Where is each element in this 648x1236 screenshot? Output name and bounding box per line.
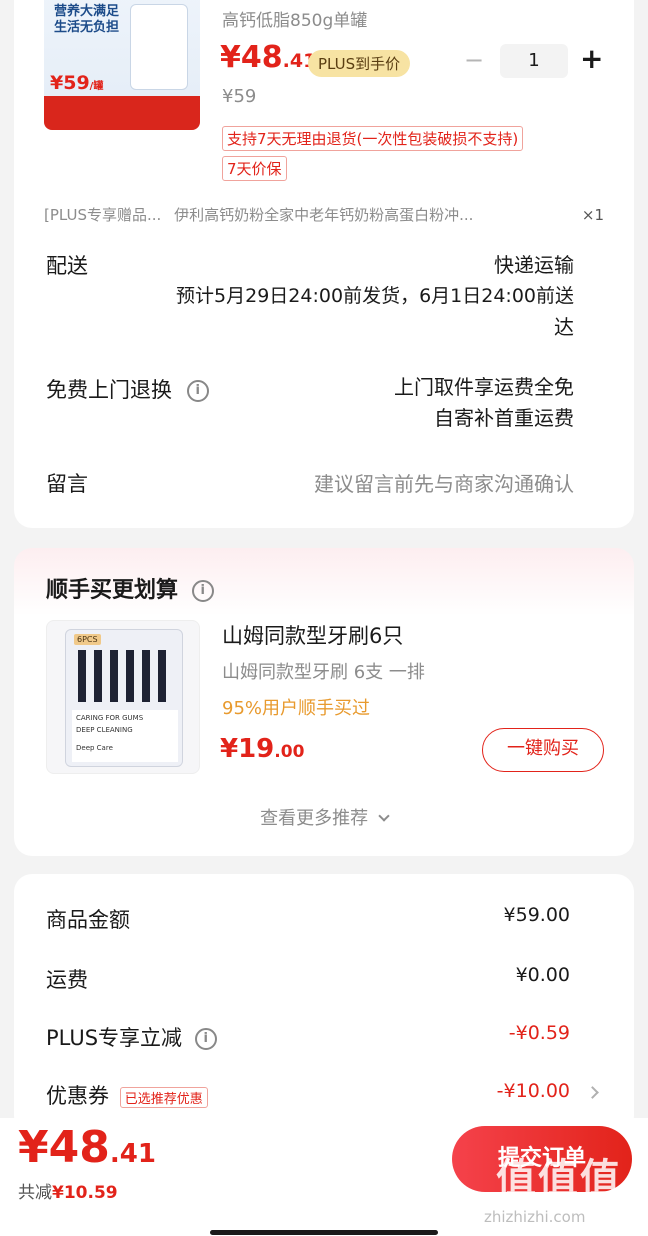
plus-price-badge: PLUS到手价 (308, 50, 411, 77)
toothbrush-pack: 6PCS CARING FOR GUMS DEEP CLEANING Deep … (65, 629, 183, 767)
one-click-buy-button[interactable]: 一键购买 (482, 728, 604, 772)
toothbrush-label-box: CARING FOR GUMS DEEP CLEANING Deep Care (72, 710, 178, 762)
gift-name: 伊利高钙奶粉全家中老年钙奶粉高蛋白粉冲... (174, 206, 474, 224)
summary-value: ¥59.00 (503, 904, 570, 926)
total-price: ¥48.41 (18, 1122, 156, 1173)
see-more-link[interactable]: 查看更多推荐 (14, 804, 634, 830)
message-input[interactable]: 建议留言前先与商家沟通确认 (314, 468, 574, 497)
summary-value: ¥0.00 (515, 964, 570, 986)
summary-label: 商品金额 (46, 908, 130, 932)
chevron-right-icon (586, 1086, 599, 1099)
toothbrush-badge: 6PCS (74, 634, 101, 645)
delivery-method: 快递运输 (494, 253, 574, 277)
summary-label: 运费 (46, 968, 88, 992)
original-price: ¥59 (222, 86, 257, 107)
recommend-item-title[interactable]: 山姆同款型牙刷6只 (222, 620, 403, 650)
info-icon[interactable]: i (191, 580, 214, 602)
coupon-badge: 已选推荐优惠 (119, 1086, 208, 1108)
delivery-info[interactable]: 快递运输 预计5月29日24:00前发货，6月1日24:00前送 达 (176, 250, 574, 343)
toothbrush-image[interactable]: 6PCS CARING FOR GUMS DEEP CLEANING Deep … (46, 620, 200, 774)
message-label: 留言 (46, 472, 88, 496)
product-can-shape (130, 4, 188, 90)
summary-label: PLUS专享立减 i (46, 1022, 217, 1052)
free-return-info: 上门取件享运费全免 自寄补首重运费 (394, 375, 574, 430)
product-subtitle: 高钙低脂850g单罐 (222, 11, 368, 31)
free-return-label: 免费上门退换 i (46, 374, 209, 404)
price-protect-tag: 7天价保 (222, 156, 287, 181)
product-price: ¥48.41 (220, 40, 317, 75)
quantity-plus-button[interactable]: + (580, 42, 603, 75)
product-image[interactable]: 营养大满足 生活无负担 ¥59/罐 (44, 0, 200, 130)
recommend-item-price: ¥19.00 (220, 734, 305, 764)
recommend-item-note: 95%用户顺手买过 (222, 698, 371, 719)
delivery-eta-cont: 达 (554, 315, 574, 339)
return-policy-tag: 支持7天无理由退货(一次性包装破损不支持) (222, 126, 524, 151)
order-card: 营养大满足 生活无负担 ¥59/罐 高钙低脂850g单罐 ¥48.41 PLUS… (14, 0, 634, 528)
summary-value: -¥0.59 (508, 1022, 570, 1044)
saved-amount: 共减¥10.59 (18, 1183, 118, 1203)
chevron-down-icon (378, 810, 390, 822)
watermark-url: zhizhizhi.com (484, 1208, 586, 1226)
quantity-minus-button[interactable]: − (464, 46, 484, 74)
watermark-logo: 值 值 值 (496, 1156, 620, 1202)
delivery-eta: 预计5月29日24:00前发货，6月1日24:00前送 (176, 285, 574, 307)
delivery-label: 配送 (46, 254, 88, 278)
gift-row[interactable]: [PLUS专享赠品... 伊利高钙奶粉全家中老年钙奶粉高蛋白粉冲... ×1 (44, 204, 604, 225)
product-image-text: 营养大满足 生活无负担 (54, 4, 120, 35)
product-thumb-strip (44, 96, 200, 130)
product-thumb-price: ¥59/罐 (50, 72, 104, 94)
home-indicator (210, 1230, 438, 1235)
recommend-title: 顺手买更划算 i (46, 572, 214, 604)
recommend-item-subtitle: 山姆同款型牙刷 6支 一排 (222, 662, 425, 683)
summary-value: -¥10.00 (496, 1080, 570, 1102)
summary-card: 商品金额 ¥59.00 运费 ¥0.00 PLUS专享立减 i -¥0.59 优… (14, 874, 634, 1134)
toothbrush-bristles (78, 650, 172, 702)
summary-label: 优惠券 已选推荐优惠 (46, 1080, 208, 1110)
footer-bar: ¥48.41 共减¥10.59 提交订单 值 值 值 zhizhizhi.com (0, 1118, 648, 1236)
info-icon[interactable]: i (186, 380, 209, 402)
gift-label: [PLUS专享赠品... (44, 206, 162, 224)
info-icon[interactable]: i (194, 1028, 217, 1050)
quantity-input[interactable]: 1 (500, 44, 568, 78)
gift-qty: ×1 (581, 206, 604, 224)
recommend-card: 顺手买更划算 i 6PCS CARING FOR GUMS DEEP CLEAN… (14, 548, 634, 856)
